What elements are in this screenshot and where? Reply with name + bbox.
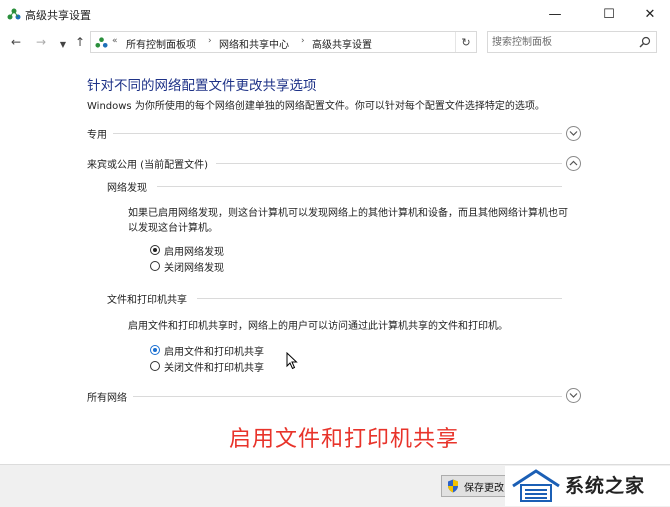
- network-discovery-heading: 网络发现: [107, 183, 147, 194]
- expand-all-networks-chevron-down-icon[interactable]: [566, 388, 581, 403]
- radio-button[interactable]: [150, 361, 160, 371]
- house-logo-icon: [512, 469, 560, 502]
- uac-shield-icon: [448, 479, 458, 493]
- control-panel-icon: [95, 37, 108, 48]
- section-divider: [216, 163, 562, 164]
- breadcrumb-overflow[interactable]: «: [112, 36, 118, 46]
- radio-button[interactable]: [150, 345, 160, 355]
- radio-disable-file-printer-sharing[interactable]: 关闭文件和打印机共享: [150, 359, 264, 374]
- address-bar[interactable]: « 所有控制面板项 › 网络和共享中心 › 高级共享设置 ↻: [90, 31, 477, 53]
- watermark-text: 系统之家: [565, 475, 646, 497]
- search-input[interactable]: [492, 34, 632, 50]
- collapse-guest-public-chevron-up-icon[interactable]: [566, 156, 581, 171]
- radio-enable-file-printer-sharing[interactable]: 启用文件和打印机共享: [150, 343, 264, 358]
- radio-button[interactable]: [150, 261, 160, 271]
- site-watermark: 系统之家: [505, 466, 670, 506]
- radio-disable-network-discovery[interactable]: 关闭网络发现: [150, 259, 224, 274]
- search-box[interactable]: [487, 31, 657, 53]
- maximize-button[interactable]: ☐: [586, 0, 632, 28]
- network-sharing-icon: [7, 8, 21, 20]
- page-description: Windows 为你所使用的每个网络创建单独的网络配置文件。你可以针对每个配置文…: [87, 101, 545, 112]
- expand-private-chevron-down-icon[interactable]: [566, 126, 581, 141]
- radio-button[interactable]: [150, 245, 160, 255]
- recent-locations-button[interactable]: ▼: [55, 36, 71, 52]
- file-printer-sharing-description: 启用文件和打印机共享时，网络上的用户可以访问通过此计算机共享的文件和打印机。: [128, 321, 508, 332]
- section-guest-public-label[interactable]: 来宾或公用 (当前配置文件): [87, 156, 208, 171]
- section-divider: [113, 133, 562, 134]
- subsection-divider: [157, 186, 562, 187]
- subsection-divider: [197, 298, 562, 299]
- minimize-button[interactable]: —: [532, 0, 578, 28]
- up-button[interactable]: ↑: [72, 34, 88, 50]
- radio-label[interactable]: 启用网络发现: [164, 243, 224, 258]
- section-all-networks-label[interactable]: 所有网络: [87, 389, 127, 404]
- close-button[interactable]: ✕: [627, 0, 670, 28]
- section-private-label[interactable]: 专用: [87, 126, 107, 141]
- breadcrumb-advanced-sharing[interactable]: 高级共享设置: [312, 36, 372, 51]
- breadcrumb-network-sharing-center[interactable]: 网络和共享中心: [219, 36, 289, 51]
- radio-label[interactable]: 启用文件和打印机共享: [164, 343, 264, 358]
- page-title: 针对不同的网络配置文件更改共享选项: [87, 78, 317, 94]
- section-divider: [133, 396, 562, 397]
- refresh-button[interactable]: ↻: [455, 32, 476, 52]
- forward-button[interactable]: →: [33, 34, 49, 50]
- radio-label[interactable]: 关闭网络发现: [164, 259, 224, 274]
- breadcrumb-separator[interactable]: ›: [301, 36, 305, 46]
- mouse-cursor-icon: [286, 352, 298, 370]
- search-icon[interactable]: [639, 36, 651, 48]
- file-printer-sharing-heading: 文件和打印机共享: [107, 295, 187, 306]
- radio-enable-network-discovery[interactable]: 启用网络发现: [150, 243, 224, 258]
- breadcrumb-all-control-panel[interactable]: 所有控制面板项: [126, 36, 196, 51]
- radio-label[interactable]: 关闭文件和打印机共享: [164, 359, 264, 374]
- title-bar: 高级共享设置 — ☐ ✕: [0, 0, 670, 28]
- network-discovery-description: 如果已启用网络发现，则这台计算机可以发现网络上的其他计算机和设备，而且其他网络计…: [128, 208, 568, 234]
- window-title: 高级共享设置: [25, 9, 91, 22]
- back-button[interactable]: ←: [8, 34, 24, 50]
- annotation-caption: 启用文件和打印机共享: [229, 427, 460, 452]
- breadcrumb-separator[interactable]: ›: [208, 36, 212, 46]
- save-button-label[interactable]: 保存更改: [464, 483, 504, 494]
